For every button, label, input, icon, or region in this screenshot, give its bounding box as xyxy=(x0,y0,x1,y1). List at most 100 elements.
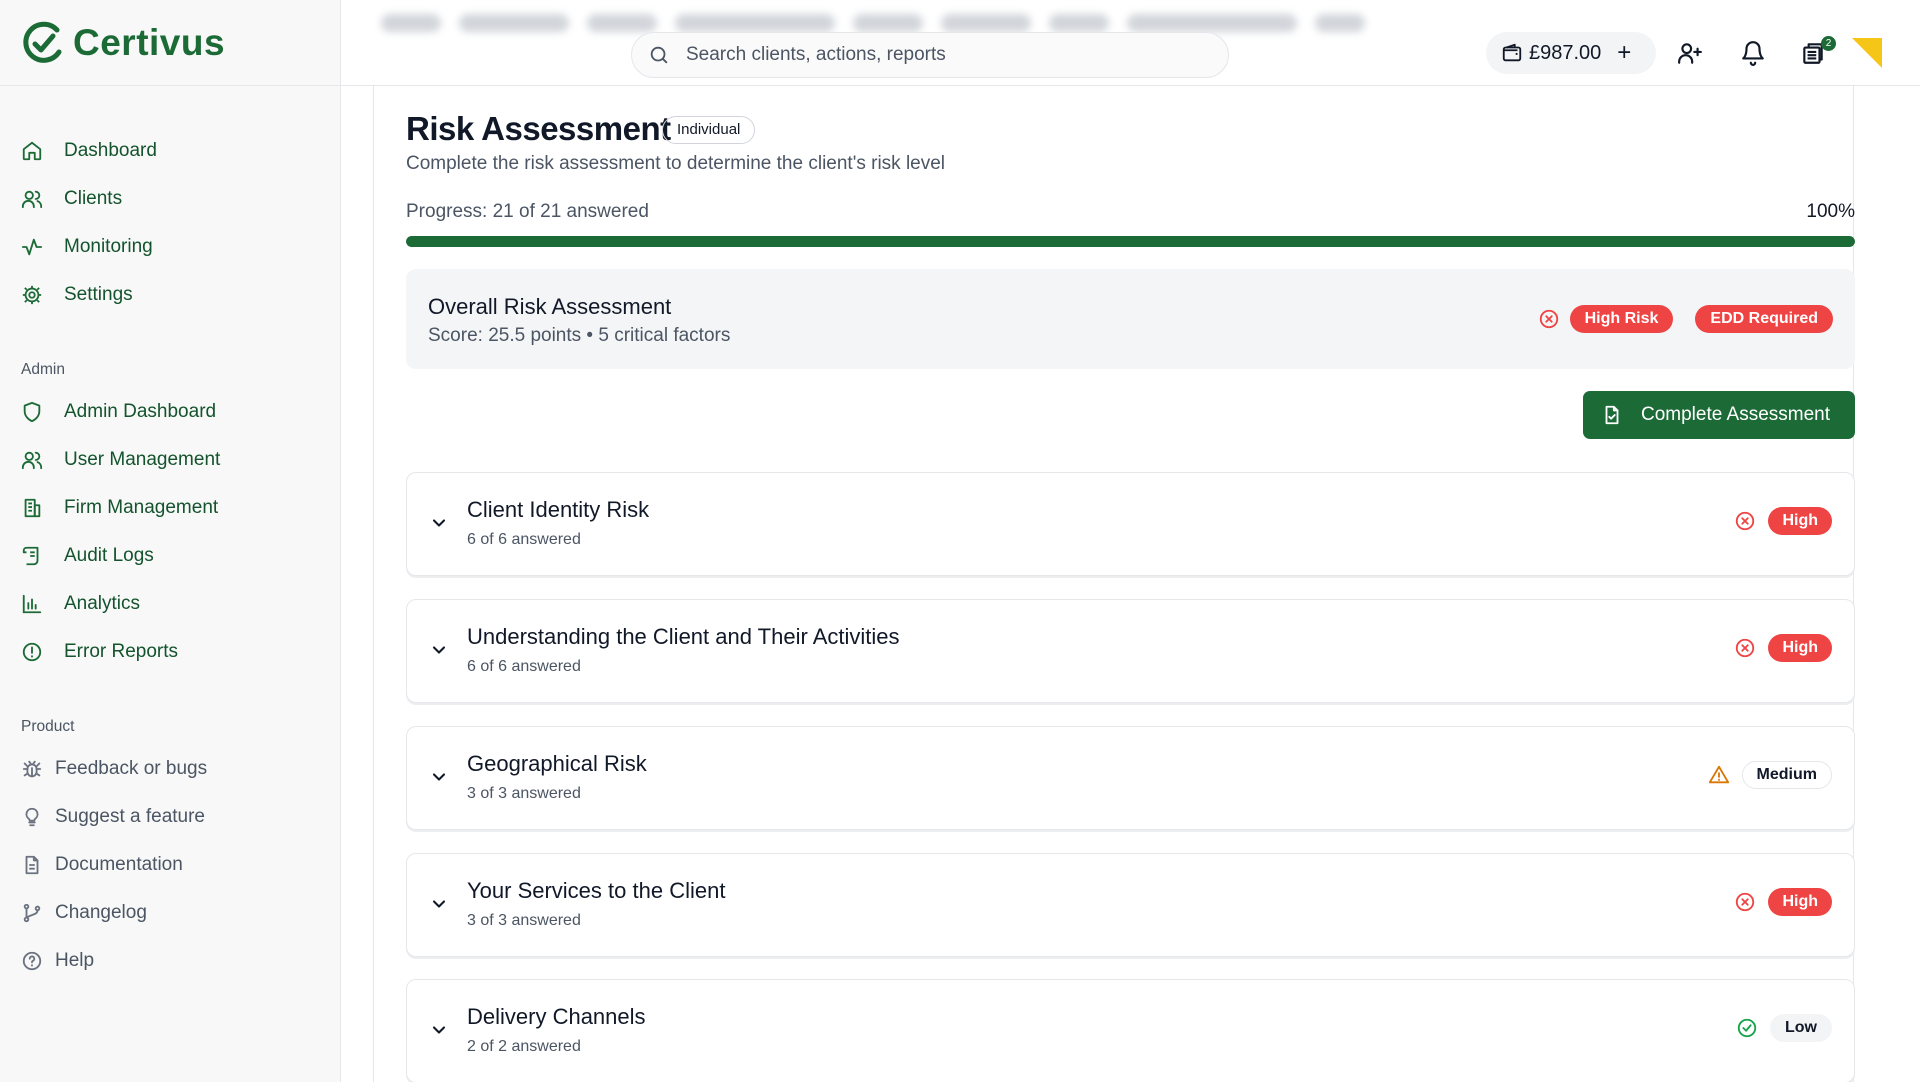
section-risk: Low xyxy=(1736,1014,1832,1042)
sidebar-item-documentation[interactable]: Documentation xyxy=(0,841,341,889)
sidebar-item-error-reports[interactable]: Error Reports xyxy=(0,628,341,676)
home-icon xyxy=(22,141,42,161)
sidebar-item-help[interactable]: Help xyxy=(0,937,341,985)
sidebar: Certivus Dashboard Clients Monitoring Se… xyxy=(0,0,341,1082)
sidebar-item-label: Dashboard xyxy=(64,140,157,161)
sidebar-item-changelog[interactable]: Changelog xyxy=(0,889,341,937)
risk-section-delivery-channels[interactable]: Delivery Channels 2 of 2 answered Low xyxy=(406,979,1855,1082)
section-title: Your Services to the Client xyxy=(467,878,726,903)
corner-flag xyxy=(1852,38,1882,68)
file-check-icon xyxy=(1605,405,1619,425)
sidebar-item-label: Error Reports xyxy=(64,641,179,662)
sidebar-item-label: Changelog xyxy=(55,902,147,923)
section-title: Geographical Risk xyxy=(467,751,647,776)
sidebar-item-label: Analytics xyxy=(64,593,141,614)
search-bar[interactable] xyxy=(631,32,1229,78)
section-answer-count: 3 of 3 answered xyxy=(467,912,581,929)
bell-icon[interactable] xyxy=(1740,40,1766,66)
section-answer-count: 2 of 2 answered xyxy=(467,1038,581,1055)
balance-button[interactable]: £987.00 + xyxy=(1486,32,1656,74)
section-answer-count: 6 of 6 answered xyxy=(467,658,581,675)
lightbulb-icon xyxy=(25,807,39,827)
bug-icon xyxy=(22,760,42,778)
section-risk: High xyxy=(1734,634,1832,662)
sidebar-item-label: Help xyxy=(55,950,95,971)
risk-section-client-identity[interactable]: Client Identity Risk 6 of 6 answered Hig… xyxy=(406,472,1855,576)
logo[interactable]: Certivus xyxy=(21,20,225,66)
sidebar-item-suggest-feature[interactable]: Suggest a feature xyxy=(0,793,341,841)
x-circle-icon xyxy=(1736,638,1755,658)
edd-required-badge: EDD Required xyxy=(1695,305,1833,333)
section-risk: High xyxy=(1734,888,1832,916)
complete-assessment-button[interactable]: Complete Assessment xyxy=(1583,391,1855,439)
risk-section-understanding-client[interactable]: Understanding the Client and Their Activ… xyxy=(406,599,1855,703)
chevron-down-icon[interactable] xyxy=(429,894,449,914)
overall-risk-badges: High Risk EDD Required xyxy=(1538,305,1833,333)
progress-label: Progress: 21 of 21 answered xyxy=(406,201,649,222)
sidebar-item-label: Suggest a feature xyxy=(55,806,205,827)
complete-assessment-label: Complete Assessment xyxy=(1641,404,1831,425)
wallet-icon xyxy=(1502,43,1522,62)
admin-section-label: Admin xyxy=(21,361,65,378)
sidebar-item-label: Documentation xyxy=(55,854,183,875)
gear-icon xyxy=(22,285,42,305)
bar-chart-icon xyxy=(22,594,42,614)
sidebar-item-label: Feedback or bugs xyxy=(55,758,208,779)
building-icon xyxy=(24,498,41,518)
sidebar-item-analytics[interactable]: Analytics xyxy=(0,580,341,628)
progress-percent: 100% xyxy=(1806,201,1855,222)
help-circle-icon xyxy=(22,951,42,971)
git-branch-icon xyxy=(23,903,41,923)
high-risk-group: High Risk xyxy=(1538,305,1674,333)
chevron-down-icon[interactable] xyxy=(429,513,449,533)
add-user-icon[interactable] xyxy=(1677,40,1703,66)
chevron-down-icon[interactable] xyxy=(429,640,449,660)
search-input[interactable] xyxy=(686,44,1206,66)
sidebar-item-admin-dashboard[interactable]: Admin Dashboard xyxy=(0,388,341,436)
section-title: Client Identity Risk xyxy=(467,497,650,522)
alert-circle-icon xyxy=(22,642,42,662)
sidebar-item-label: Monitoring xyxy=(64,236,153,257)
check-circle-icon xyxy=(1737,1018,1757,1038)
sidebar-item-label: User Management xyxy=(64,449,221,470)
balance-amount: £987.00 xyxy=(1529,41,1602,64)
overall-risk-title: Overall Risk Assessment xyxy=(428,294,672,319)
progress-bar xyxy=(406,236,1855,247)
section-answer-count: 3 of 3 answered xyxy=(467,785,581,802)
chevron-down-icon[interactable] xyxy=(429,767,449,787)
sidebar-item-audit-logs[interactable]: Audit Logs xyxy=(0,532,341,580)
sidebar-item-clients[interactable]: Clients xyxy=(0,175,341,223)
overall-risk-panel: Overall Risk Assessment Score: 25.5 poin… xyxy=(406,269,1855,369)
section-answer-count: 6 of 6 answered xyxy=(467,531,581,548)
page-subtitle: Complete the risk assessment to determin… xyxy=(406,153,946,174)
progress-bar-fill xyxy=(406,236,1855,247)
sidebar-item-user-management[interactable]: User Management xyxy=(0,436,341,484)
sidebar-item-label: Clients xyxy=(64,188,123,209)
shield-icon xyxy=(23,401,41,423)
section-title: Understanding the Client and Their Activ… xyxy=(467,624,900,649)
scroll-icon xyxy=(22,546,39,566)
page-title: Risk Assessment xyxy=(406,110,671,147)
risk-level-badge: Medium xyxy=(1741,761,1832,789)
sidebar-item-label: Firm Management xyxy=(64,497,219,518)
risk-section-services[interactable]: Your Services to the Client 3 of 3 answe… xyxy=(406,853,1855,957)
search-icon xyxy=(650,46,668,64)
product-nav: Feedback or bugs Suggest a feature Docum… xyxy=(0,745,341,985)
users-icon xyxy=(21,451,43,470)
logo-text: Certivus xyxy=(73,22,226,63)
sidebar-item-monitoring[interactable]: Monitoring xyxy=(0,223,341,271)
file-text-icon xyxy=(25,855,39,875)
risk-section-geographical[interactable]: Geographical Risk 3 of 3 answered Medium xyxy=(406,726,1855,830)
risk-level-badge: High xyxy=(1768,634,1832,662)
alert-triangle-icon xyxy=(1708,765,1729,784)
sidebar-item-label: Audit Logs xyxy=(64,545,154,566)
sidebar-item-firm-management[interactable]: Firm Management xyxy=(0,484,341,532)
sidebar-item-feedback[interactable]: Feedback or bugs xyxy=(0,745,341,793)
chevron-down-icon[interactable] xyxy=(429,1020,449,1040)
overall-risk-score: Score: 25.5 points • 5 critical factors xyxy=(428,325,731,346)
activity-icon xyxy=(21,238,43,256)
x-circle-icon xyxy=(1736,511,1755,531)
sidebar-item-dashboard[interactable]: Dashboard xyxy=(0,127,341,175)
notification-count-badge: 2 xyxy=(1821,36,1836,51)
sidebar-item-settings[interactable]: Settings xyxy=(0,271,341,319)
